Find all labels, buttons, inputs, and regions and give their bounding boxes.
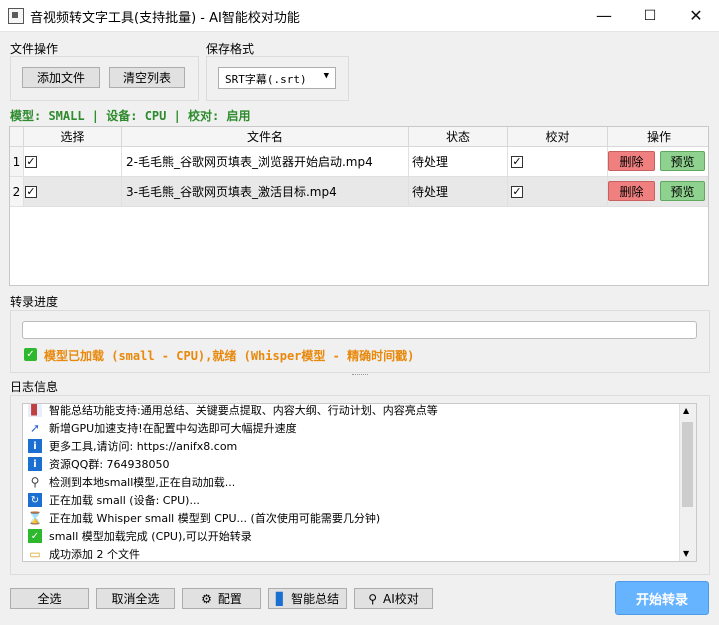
ai-proofread-button[interactable]: ⚲ AI校对: [354, 588, 433, 609]
window-title: 音视频转文字工具(支持批量) - AI智能校对功能: [30, 11, 300, 26]
log-line: ⌛ 正在加载 Whisper small 模型到 CPU... (首次使用可能需…: [27, 509, 381, 527]
deselect-all-button[interactable]: 取消全选: [96, 588, 175, 609]
log-label: 日志信息: [10, 380, 59, 394]
status-cell: 待处理: [409, 177, 508, 206]
app-icon: [8, 8, 24, 24]
magnifier-icon: ⚲: [30, 475, 40, 489]
add-file-button[interactable]: 添加文件: [22, 67, 100, 88]
proofread-checkbox[interactable]: ✓: [511, 185, 523, 198]
progress-bar: [22, 321, 697, 339]
log-text: small 模型加载完成 (CPU),可以开始转录: [49, 530, 252, 543]
table-row: 2 ✓ 3-毛毛熊_谷歌网页填表_激活目标.mp4 待处理 ✓ 删除 预览: [10, 177, 708, 207]
ai-proofread-label: AI校对: [383, 592, 419, 606]
header-status[interactable]: 状态: [409, 127, 508, 147]
info-icon: i: [28, 457, 42, 471]
log-text: 新增GPU加速支持!在配置中勾选即可大幅提升速度: [49, 422, 297, 435]
file-table: 选择 文件名 状态 校对 操作 1 ✓ 2-毛毛熊_谷歌网页填表_浏览器开始启动…: [9, 126, 709, 286]
progress-label: 转录进度: [10, 295, 59, 309]
log-line: i 资源QQ群: 764938050: [28, 455, 170, 473]
save-format-label: 保存格式: [206, 42, 255, 56]
header-filename[interactable]: 文件名: [122, 127, 409, 147]
model-status-text: 模型: SMALL | 设备: CPU | 校对: 启用: [10, 109, 251, 123]
select-checkbox[interactable]: ✓: [25, 155, 37, 168]
select-cell: ✓: [24, 177, 122, 206]
status-cell: 待处理: [409, 147, 508, 176]
delete-button[interactable]: 删除: [608, 181, 655, 201]
magnifier-icon: ⚲: [368, 591, 378, 606]
select-checkbox[interactable]: ✓: [25, 185, 37, 198]
maximize-button[interactable]: ☐: [627, 0, 673, 31]
table-row: 1 ✓ 2-毛毛熊_谷歌网页填表_浏览器开始启动.mp4 待处理 ✓ 删除 预览: [10, 147, 708, 177]
splitter-handle[interactable]: [352, 374, 368, 378]
log-text: 更多工具,请访问: https://anifx8.com: [49, 440, 238, 453]
folder-icon: ▭: [29, 547, 41, 561]
minimize-button[interactable]: —: [581, 0, 627, 31]
row-number-header: [10, 127, 24, 147]
title-bar: 音视频转文字工具(支持批量) - AI智能校对功能 — ☐ ✕: [0, 0, 719, 32]
summary-button[interactable]: ▊ 智能总结: [268, 588, 347, 609]
proofread-checkbox[interactable]: ✓: [511, 155, 523, 168]
close-button[interactable]: ✕: [673, 0, 719, 31]
log-text: 成功添加 2 个文件: [49, 548, 140, 561]
log-text: 正在加载 small (设备: CPU)...: [49, 494, 200, 507]
chart-icon: ▊: [28, 404, 42, 417]
log-line: i 更多工具,请访问: https://anifx8.com: [28, 437, 237, 455]
log-text: 检测到本地small模型,正在自动加载...: [49, 476, 236, 489]
preview-button[interactable]: 预览: [660, 151, 705, 171]
header-actions[interactable]: 操作: [608, 127, 708, 147]
start-transcription-button[interactable]: 开始转录: [615, 581, 709, 615]
rocket-icon: ➚: [29, 421, 41, 435]
header-select[interactable]: 选择: [24, 127, 122, 147]
refresh-icon: ↻: [28, 493, 42, 507]
config-button[interactable]: ⚙ 配置: [182, 588, 261, 609]
row-number: 1: [10, 147, 24, 176]
chart-icon: ▊: [275, 591, 286, 606]
chevron-down-icon: ▼: [323, 71, 329, 81]
progress-status-text: 模型已加载 (small - CPU),就绪 (Whisper模型 - 精确时间…: [44, 349, 415, 363]
scroll-down-icon[interactable]: ▼: [683, 549, 689, 558]
preview-button[interactable]: 预览: [660, 181, 705, 201]
actions-cell: 删除 预览: [608, 147, 708, 176]
check-icon: ✓: [28, 529, 42, 543]
file-ops-label: 文件操作: [10, 42, 59, 56]
log-text: 正在加载 Whisper small 模型到 CPU... (首次使用可能需要几…: [49, 512, 381, 525]
log-line: ▊ 智能总结功能支持:通用总结、关键要点提取、内容大纲、行动计划、内容亮点等: [28, 404, 438, 419]
log-line: ➚ 新增GPU加速支持!在配置中勾选即可大幅提升速度: [28, 419, 297, 437]
select-cell: ✓: [24, 147, 122, 176]
row-number: 2: [10, 177, 24, 206]
scroll-thumb[interactable]: [682, 422, 693, 507]
config-label: 配置: [217, 592, 242, 606]
header-proofread[interactable]: 校对: [508, 127, 608, 147]
proofread-cell: ✓: [508, 147, 608, 176]
check-icon: ✓: [24, 348, 37, 361]
summary-label: 智能总结: [291, 592, 340, 606]
hourglass-icon: ⌛: [27, 511, 43, 525]
log-area[interactable]: ▊ 智能总结功能支持:通用总结、关键要点提取、内容大纲、行动计划、内容亮点等 ➚…: [22, 403, 697, 562]
format-select[interactable]: SRT字幕(.srt) ▼: [218, 67, 336, 89]
proofread-cell: ✓: [508, 177, 608, 206]
log-text: 智能总结功能支持:通用总结、关键要点提取、内容大纲、行动计划、内容亮点等: [49, 404, 438, 417]
format-select-value: SRT字幕(.srt): [225, 73, 307, 86]
select-all-button[interactable]: 全选: [10, 588, 89, 609]
log-line: ⚲ 检测到本地small模型,正在自动加载...: [28, 473, 236, 491]
gear-icon: ⚙: [201, 591, 212, 606]
log-line: ▭ 成功添加 2 个文件: [28, 545, 140, 561]
filename-cell: 3-毛毛熊_谷歌网页填表_激活目标.mp4: [122, 177, 409, 206]
scroll-up-icon[interactable]: ▲: [683, 406, 689, 415]
info-icon: i: [28, 439, 42, 453]
actions-cell: 删除 预览: [608, 177, 708, 206]
log-line: ✓ small 模型加载完成 (CPU),可以开始转录: [28, 527, 252, 545]
log-line: ↻ 正在加载 small (设备: CPU)...: [28, 491, 200, 509]
log-scrollbar[interactable]: ▲ ▼: [679, 404, 696, 561]
log-text: 资源QQ群: 764938050: [49, 458, 170, 471]
filename-cell: 2-毛毛熊_谷歌网页填表_浏览器开始启动.mp4: [122, 147, 409, 176]
clear-list-button[interactable]: 清空列表: [109, 67, 185, 88]
delete-button[interactable]: 删除: [608, 151, 655, 171]
